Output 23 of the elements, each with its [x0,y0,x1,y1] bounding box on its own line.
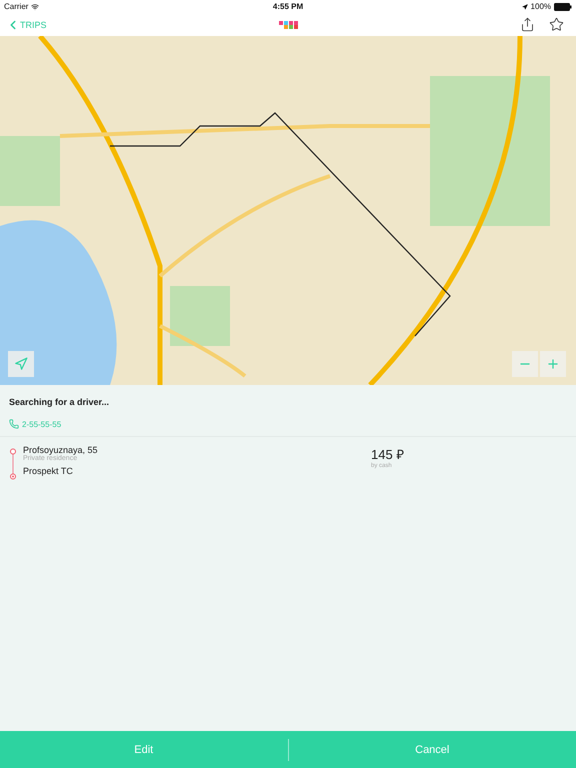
status-time: 4:55 PM [272,2,304,11]
zoom-in-button[interactable] [540,351,566,377]
cancel-button[interactable]: Cancel [288,731,576,768]
zoom-out-button[interactable] [512,351,538,377]
edit-button[interactable]: Edit [0,731,288,768]
carrier-label: Carrier [4,2,28,11]
battery-percentage: 100% [530,2,552,11]
locate-button[interactable] [8,351,34,377]
trip-price: 145 ₽ [371,446,404,462]
logo-icon [278,20,298,28]
location-arrow-icon [14,357,28,371]
phone-icon [9,419,19,429]
wifi-icon [31,2,40,10]
battery-icon [554,2,572,10]
pickup-address: Profsoyuznaya, 55 [23,445,98,455]
route-line-icon [9,448,17,480]
share-icon[interactable] [520,17,535,32]
phone-link[interactable]: 2-55-55-55 [0,415,576,436]
location-arrow-icon [522,4,528,10]
search-status: Searching for a driver... [8,396,110,409]
dropoff-address: Prospekt TC [23,466,74,476]
star-icon[interactable] [549,17,564,32]
plus-icon [546,357,560,371]
